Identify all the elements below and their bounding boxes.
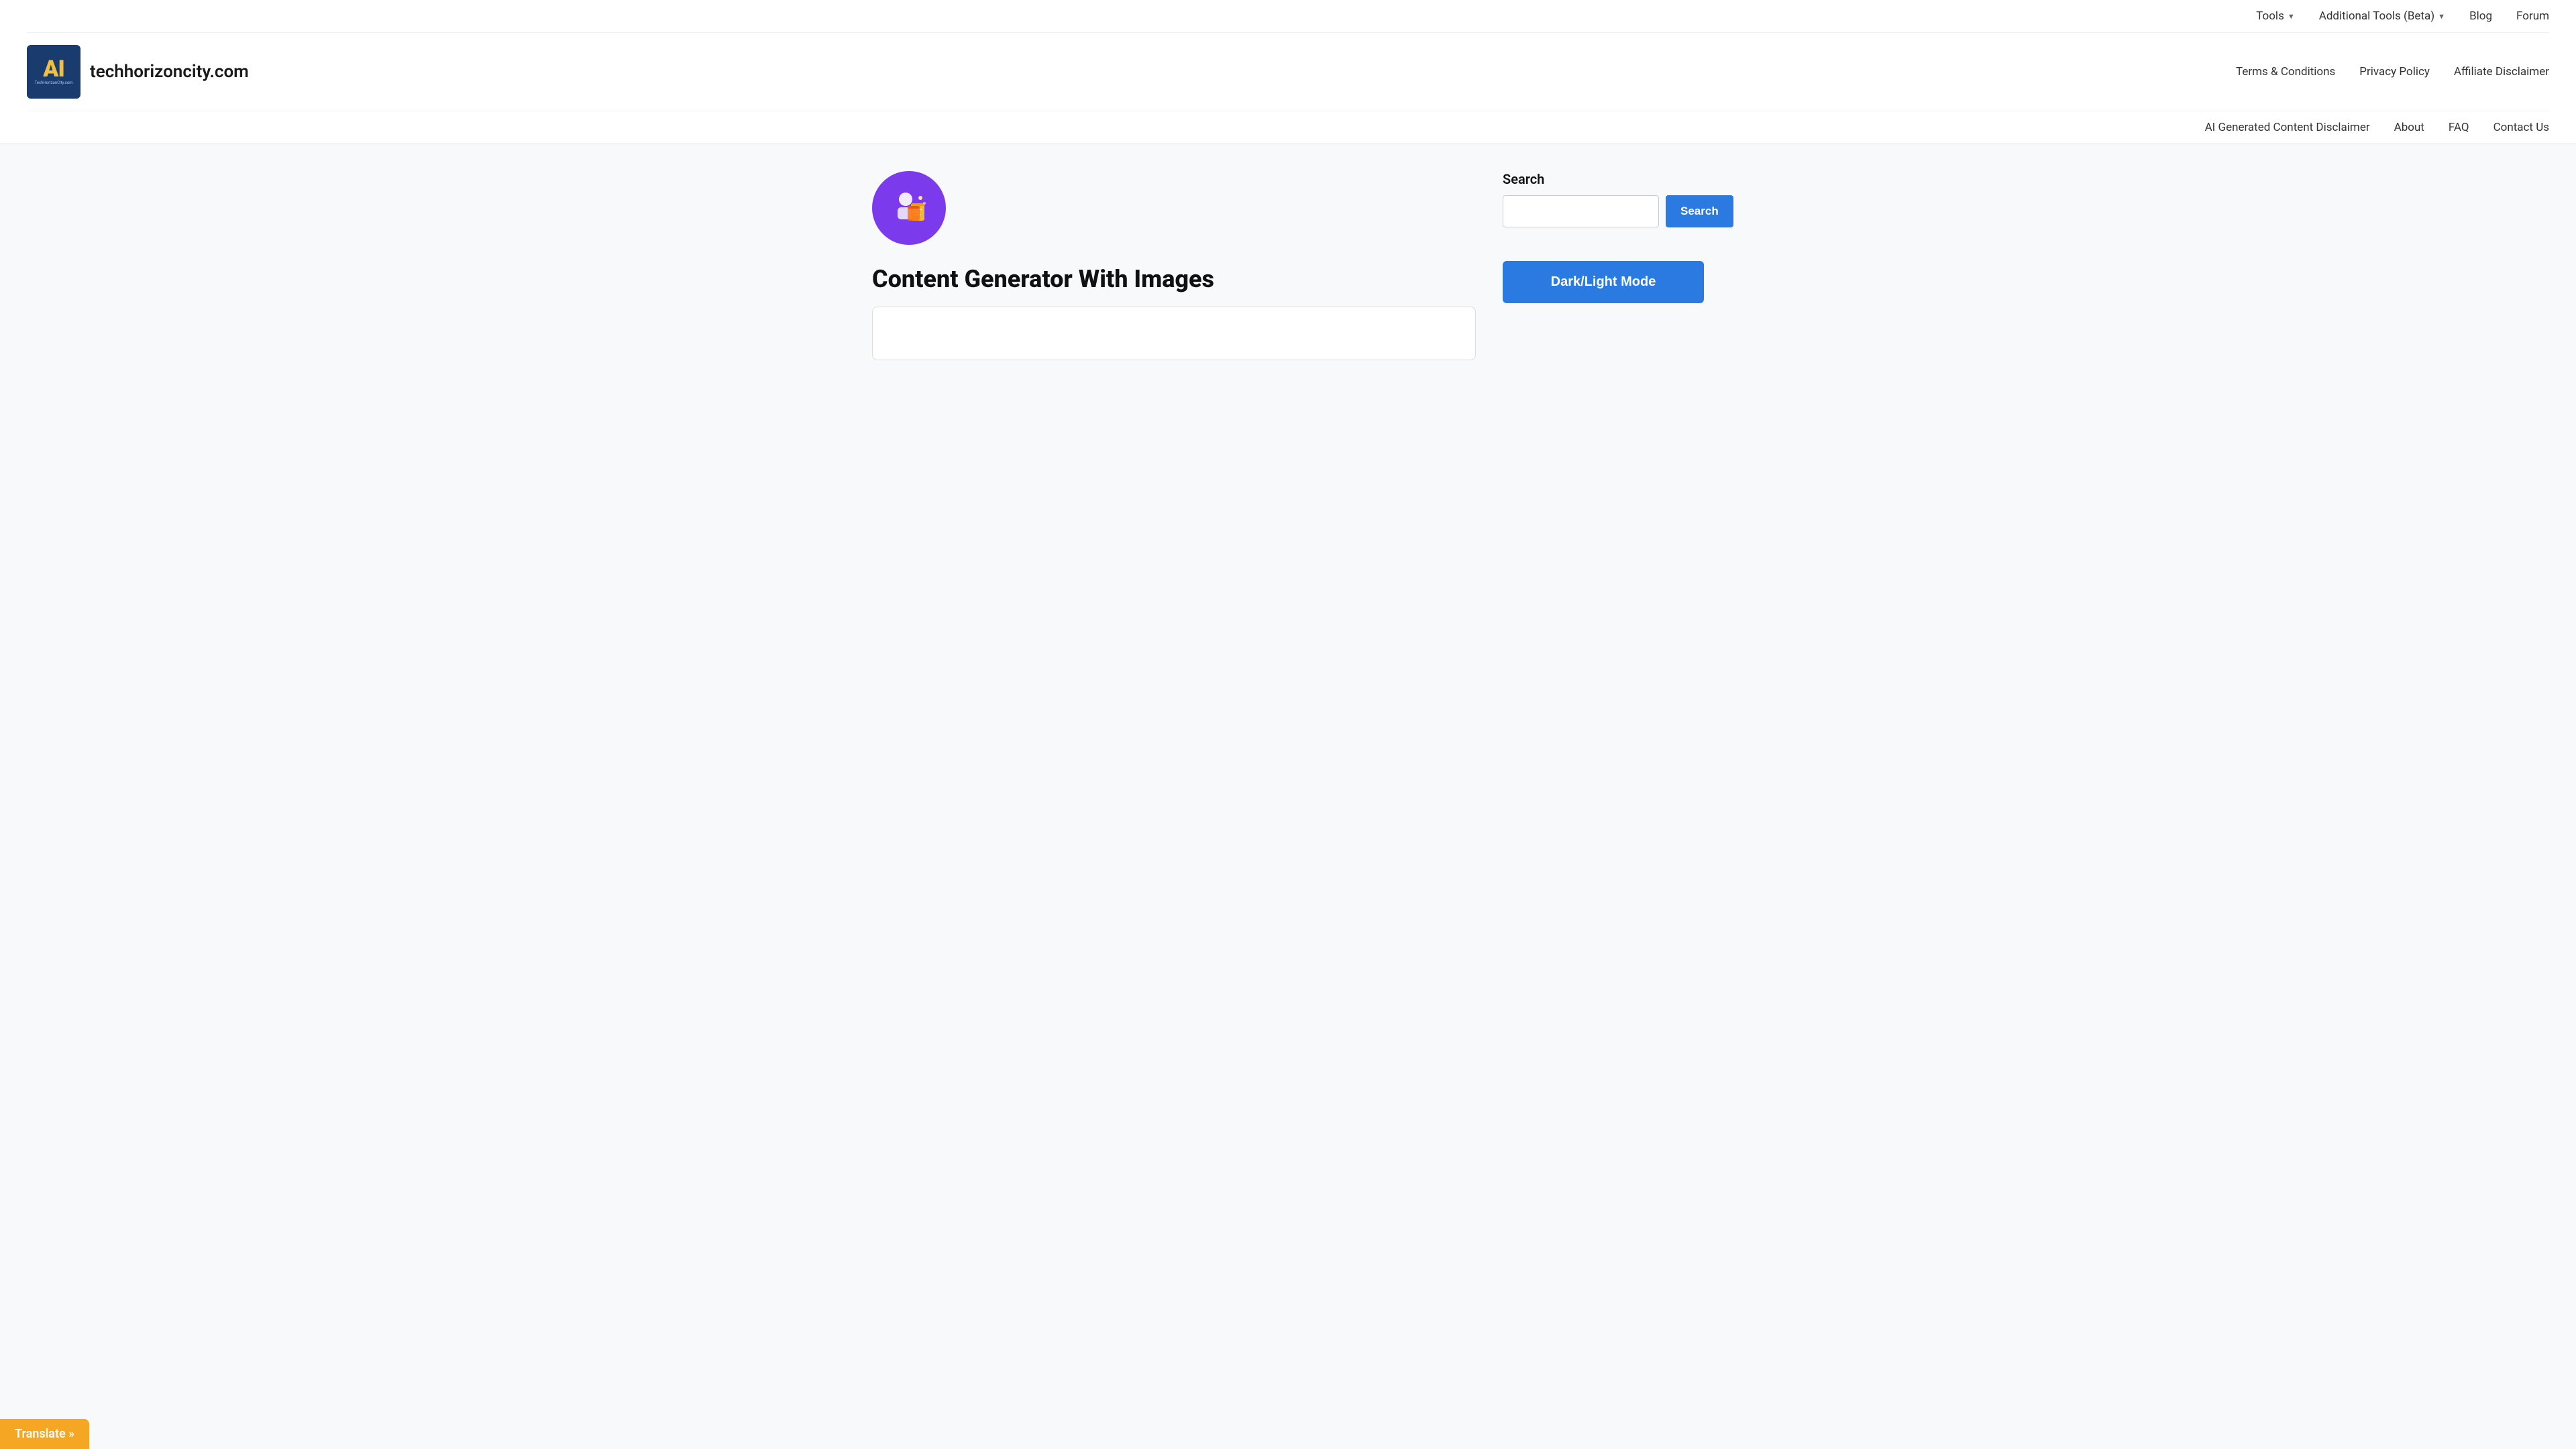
nav-ai-disclaimer[interactable]: AI Generated Content Disclaimer <box>2205 121 2370 134</box>
main-wrapper: Content Generator With Images Search Sea… <box>852 144 1724 387</box>
nav-forum-label: Forum <box>2516 9 2549 23</box>
translate-bar[interactable]: Translate » <box>0 1419 89 1449</box>
search-section: Search Search <box>1503 171 1704 227</box>
page-title: Content Generator With Images <box>872 265 1476 293</box>
feature-icon-circle <box>872 171 946 245</box>
nav-terms-label: Terms & Conditions <box>2236 65 2335 78</box>
dark-light-mode-button[interactable]: Dark/Light Mode <box>1503 261 1704 303</box>
nav-privacy-label: Privacy Policy <box>2359 65 2430 78</box>
nav-contact-label: Contact Us <box>2493 121 2549 134</box>
search-input[interactable] <box>1503 195 1659 227</box>
middle-row: AI TechHorizonCity.com techhorizoncity.c… <box>27 33 2549 111</box>
nav-about[interactable]: About <box>2394 121 2424 134</box>
bottom-nav: AI Generated Content Disclaimer About FA… <box>27 111 2549 144</box>
nav-blog[interactable]: Blog <box>2469 9 2492 23</box>
feature-icon <box>872 171 946 245</box>
nav-tools[interactable]: Tools ▼ <box>2256 9 2295 23</box>
nav-tools-label: Tools <box>2256 9 2284 23</box>
nav-blog-label: Blog <box>2469 9 2492 23</box>
content-form-box[interactable] <box>872 307 1476 360</box>
search-row: Search <box>1503 195 1704 227</box>
top-nav: Tools ▼ Additional Tools (Beta) ▼ Blog F… <box>27 0 2549 33</box>
nav-affiliate-label: Affiliate Disclaimer <box>2454 65 2549 78</box>
nav-faq[interactable]: FAQ <box>2449 121 2469 134</box>
search-section-label: Search <box>1503 171 1704 187</box>
site-name: techhorizoncity.com <box>90 62 249 82</box>
middle-nav: Terms & Conditions Privacy Policy Affili… <box>2236 65 2549 78</box>
nav-forum[interactable]: Forum <box>2516 9 2549 23</box>
nav-about-label: About <box>2394 121 2424 134</box>
logo-area[interactable]: AI TechHorizonCity.com techhorizoncity.c… <box>27 45 249 99</box>
nav-contact[interactable]: Contact Us <box>2493 121 2549 134</box>
logo-ai-text: AI <box>43 58 64 80</box>
tools-chevron-icon: ▼ <box>2288 12 2295 21</box>
nav-ai-disclaimer-label: AI Generated Content Disclaimer <box>2205 121 2370 134</box>
site-header: Tools ▼ Additional Tools (Beta) ▼ Blog F… <box>0 0 2576 144</box>
content-area: Content Generator With Images <box>872 171 1476 360</box>
logo-sub-text: TechHorizonCity.com <box>34 80 72 85</box>
logo-box: AI TechHorizonCity.com <box>27 45 80 99</box>
nav-affiliate[interactable]: Affiliate Disclaimer <box>2454 65 2549 78</box>
additional-tools-chevron-icon: ▼ <box>2438 12 2445 21</box>
nav-terms[interactable]: Terms & Conditions <box>2236 65 2335 78</box>
nav-faq-label: FAQ <box>2449 121 2469 134</box>
sidebar: Search Search Dark/Light Mode <box>1503 171 1704 360</box>
nav-additional-tools[interactable]: Additional Tools (Beta) ▼ <box>2319 9 2445 23</box>
nav-privacy[interactable]: Privacy Policy <box>2359 65 2430 78</box>
nav-additional-tools-label: Additional Tools (Beta) <box>2319 9 2434 23</box>
search-button[interactable]: Search <box>1666 195 1733 227</box>
